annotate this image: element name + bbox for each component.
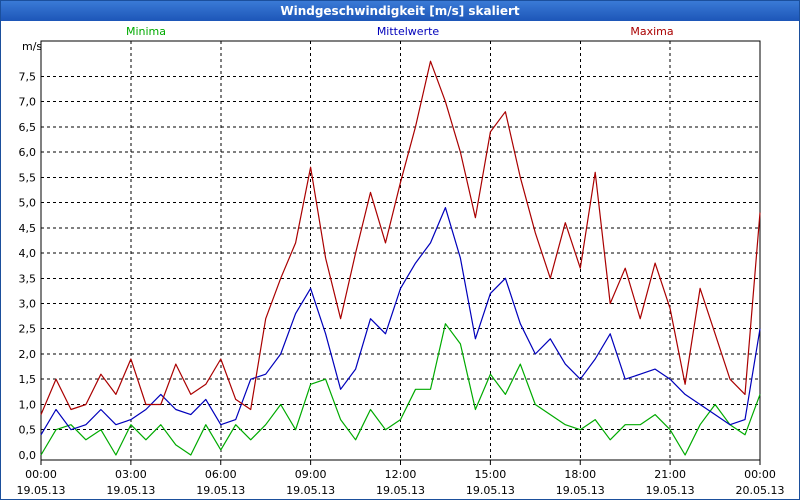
y-tick-label: 3,5	[19, 272, 37, 285]
y-tick-label: 7,0	[19, 96, 37, 109]
y-tick-label: 2,0	[19, 348, 37, 361]
legend-entry-minima: Minima	[126, 25, 166, 38]
legend-entry-mittelwerte: Mittelwerte	[377, 25, 440, 38]
y-tick-label: 7,5	[19, 70, 37, 83]
y-tick-label: 4,5	[19, 222, 37, 235]
x-tick-date-label: 19.05.13	[286, 484, 335, 497]
wind-speed-chart: 0,0 0,5 1,0 1,5 2,0 2,5 3,0 3,5 4,0 4,5 5,0 5,5 6,0 6…	[17, 25, 785, 497]
x-tick-time-label: 09:00	[295, 468, 327, 481]
y-axis-unit-label: m/s	[22, 40, 42, 53]
x-tick-time-label: 00:00	[25, 468, 57, 481]
grid-lines	[41, 41, 760, 460]
y-tick-label: 1,5	[19, 373, 37, 386]
y-tick-label: 5,0	[19, 197, 37, 210]
y-tick-label: 3,0	[19, 298, 37, 311]
x-tick-date-label: 19.05.13	[466, 484, 515, 497]
y-tick-label: 0,5	[19, 424, 37, 437]
x-tick-date-label: 19.05.13	[196, 484, 245, 497]
x-tick-date-label: 19.05.13	[646, 484, 695, 497]
x-axis: 00:00 19.05.13 03:00 19.05.13 06:00 19.05.13 0…	[17, 460, 785, 497]
legend-entry-maxima: Maxima	[630, 25, 673, 38]
x-tick-date-label: 20.05.13	[736, 484, 785, 497]
x-tick-time-label: 21:00	[654, 468, 686, 481]
y-tick-label: 6,0	[19, 146, 37, 159]
x-tick-time-label: 12:00	[385, 468, 417, 481]
x-tick-time-label: 03:00	[115, 468, 147, 481]
y-tick-label: 5,5	[19, 171, 37, 184]
x-tick-time-label: 06:00	[205, 468, 237, 481]
legend: Minima Mittelwerte Maxima	[126, 25, 674, 38]
x-tick-date-label: 19.05.13	[17, 484, 66, 497]
x-tick-date-label: 19.05.13	[106, 484, 155, 497]
y-tick-label: 2,5	[19, 323, 37, 336]
x-tick-date-label: 19.05.13	[376, 484, 425, 497]
x-tick-time-label: 18:00	[564, 468, 596, 481]
x-tick-date-label: 19.05.13	[556, 484, 605, 497]
y-tick-label: 6,5	[19, 121, 37, 134]
y-axis: 0,0 0,5 1,0 1,5 2,0 2,5 3,0 3,5 4,0 4,5 5,0 5,5 6,0 6…	[19, 70, 37, 462]
y-tick-label: 0,0	[19, 449, 37, 462]
x-tick-time-label: 00:00	[744, 468, 776, 481]
y-tick-label: 4,0	[19, 247, 37, 260]
y-tick-label: 1,0	[19, 398, 37, 411]
x-tick-time-label: 15:00	[475, 468, 507, 481]
